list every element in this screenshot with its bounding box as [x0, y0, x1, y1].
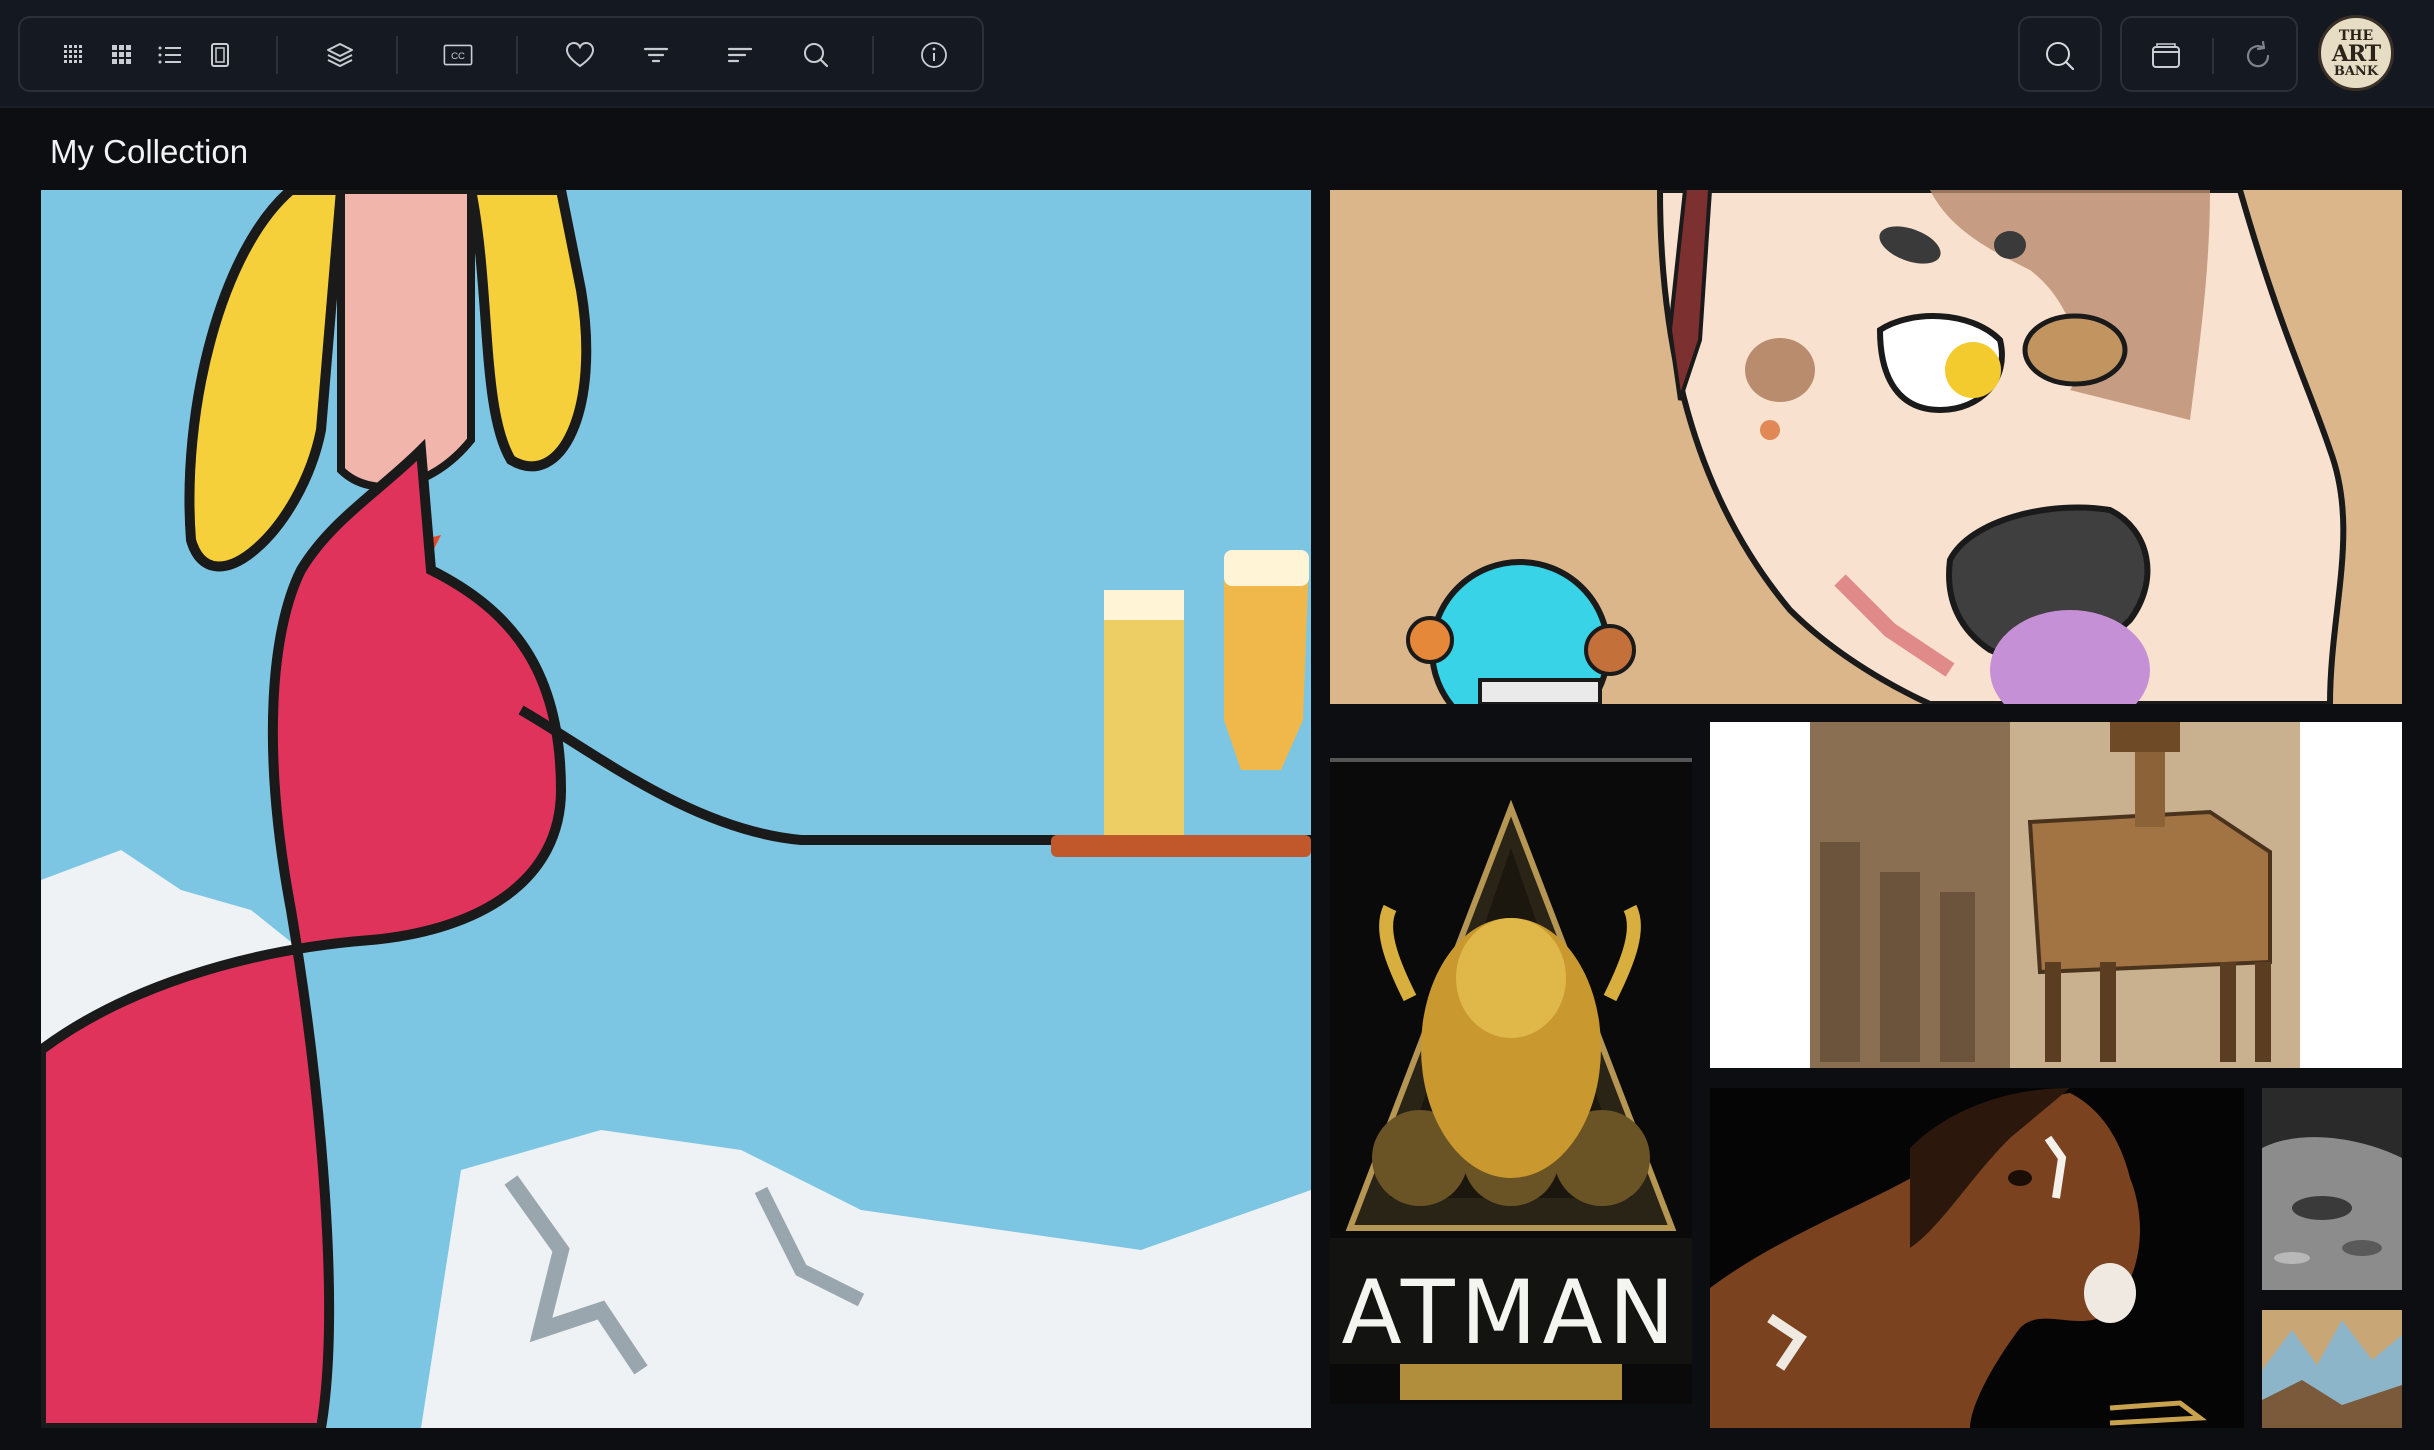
artwork-image-woman — [41, 190, 1311, 1428]
atman-label: ATMAN — [1341, 1261, 1680, 1364]
search-icon[interactable] — [796, 35, 836, 75]
grid-icon[interactable] — [102, 35, 142, 75]
toolbar-divider — [872, 36, 874, 74]
artwork-image-deity: ATMAN — [1330, 758, 1692, 1404]
artwork-tile-horse[interactable] — [1710, 1088, 2244, 1428]
artwork-tile-wooden-horse[interactable] — [1710, 722, 2402, 1068]
artwork-tile-dog[interactable] — [1330, 190, 2402, 704]
info-icon[interactable] — [914, 35, 954, 75]
heart-icon[interactable] — [560, 35, 600, 75]
dense-grid-icon[interactable] — [54, 35, 94, 75]
page-title: My Collection — [50, 133, 249, 170]
artwork-tile-deity[interactable]: ATMAN — [1330, 758, 1692, 1404]
wallet-icon[interactable] — [2146, 36, 2186, 76]
avatar[interactable]: THE ART BANK — [2318, 15, 2394, 91]
toolbar-divider — [396, 36, 398, 74]
toolbar-divider — [516, 36, 518, 74]
artwork-tile-mountains[interactable] — [2262, 1310, 2402, 1428]
layers-icon[interactable] — [320, 35, 360, 75]
wallet-divider — [2212, 38, 2214, 74]
global-search-button[interactable] — [2018, 16, 2102, 92]
svg-text:CC: CC — [451, 51, 465, 62]
single-view-icon[interactable] — [200, 35, 240, 75]
view-toolbar: CC — [18, 16, 984, 92]
top-bar: CC THE ART BANK — [0, 0, 2434, 108]
artwork-tile-moon[interactable] — [2262, 1088, 2402, 1290]
artwork-image-horse — [1710, 1088, 2244, 1428]
toolbar-divider — [276, 36, 278, 74]
sort-icon[interactable] — [720, 35, 760, 75]
artwork-image-dog — [1330, 190, 2402, 704]
artwork-image-wooden-horse — [1710, 722, 2402, 1068]
artwork-image-moon — [2262, 1088, 2402, 1290]
artwork-image-mountains — [2262, 1310, 2402, 1428]
avatar-line-2: ART — [2331, 40, 2381, 67]
artwork-tile-woman[interactable] — [41, 190, 1311, 1428]
filter-icon[interactable] — [636, 35, 676, 75]
refresh-icon[interactable] — [2238, 36, 2278, 76]
search-icon[interactable] — [2040, 36, 2080, 76]
avatar-line-3: BANK — [2333, 63, 2379, 79]
wallet-actions — [2120, 16, 2298, 92]
cc-icon[interactable]: CC — [438, 35, 478, 75]
list-icon[interactable] — [150, 35, 190, 75]
